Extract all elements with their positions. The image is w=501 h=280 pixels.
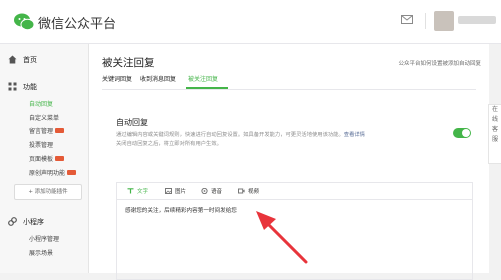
new-badge: [67, 170, 77, 175]
sidebar-section-mini-program-label: 小程序: [23, 218, 44, 226]
sidebar-item-mini-program-management[interactable]: 小程序管理: [29, 234, 59, 243]
account-name-blurred[interactable]: [458, 16, 496, 24]
tool-image[interactable]: 图片: [165, 187, 186, 195]
tab-follow-reply[interactable]: 被关注回复: [188, 75, 218, 85]
sidebar-section-function[interactable]: 功能: [8, 82, 37, 92]
add-plugin-button[interactable]: + 添加功能插件: [14, 184, 82, 200]
sidebar-item-home[interactable]: 首页: [8, 55, 37, 65]
tool-voice[interactable]: 语音: [201, 187, 222, 195]
link-icon: [8, 217, 17, 226]
sidebar-item-label: 小程序管理: [29, 236, 60, 243]
tool-label: 语音: [211, 189, 223, 195]
sidebar-item-label: 投票管理: [29, 142, 54, 149]
tool-text[interactable]: 文字: [127, 187, 148, 195]
description-note: 关闭自动回复之后，将立即对所有用户生效。: [116, 141, 222, 147]
tool-video[interactable]: 视频: [238, 187, 259, 195]
sidebar-item-label: 页面模板: [29, 156, 54, 163]
sidebar-item-label: 展示场景: [29, 250, 54, 257]
sidebar: 首页 功能 自动回复 自定义菜单 留言管理 投票管理 页面模板 原创声明功能 +…: [0, 44, 89, 273]
tool-label: 文字: [137, 189, 149, 195]
description-text: 通过编辑内容或关键词规则，快速进行自动回复设置。如具备开发能力，可更灵活地使用该…: [116, 132, 344, 138]
image-icon: [165, 188, 172, 194]
grid-icon: [8, 82, 17, 91]
tool-label: 视频: [248, 189, 260, 195]
customer-service-tab[interactable]: 在线客服: [488, 104, 501, 164]
mail-icon[interactable]: [401, 15, 413, 24]
sidebar-section-function-label: 功能: [23, 83, 37, 91]
app-title: 微信公众平台: [38, 17, 117, 32]
sidebar-item-label: 自动回复: [29, 101, 54, 108]
auto-reply-toggle[interactable]: [453, 128, 471, 138]
section-description: 通过编辑内容或关键词规则，快速进行自动回复设置。如具备开发能力，可更灵活地使用该…: [116, 131, 446, 149]
new-badge: [55, 156, 65, 161]
customer-service-label: 在线客服: [492, 106, 499, 143]
tool-label: 图片: [175, 189, 187, 195]
wechat-logo-icon: [14, 13, 35, 31]
tab-keyword-reply[interactable]: 关键词回复: [102, 75, 132, 85]
sidebar-item-label: 原创声明功能: [29, 170, 66, 177]
new-badge: [55, 128, 65, 133]
header-divider: [425, 13, 426, 29]
home-icon: [8, 55, 17, 64]
active-tab-indicator: [186, 87, 228, 89]
sidebar-item-original-declaration[interactable]: 原创声明功能: [29, 168, 77, 177]
sidebar-item-custom-menu[interactable]: 自定义菜单: [29, 113, 59, 122]
reply-editor[interactable]: 文字 图片 语音 视频 感谢您的关注，后续精彩内容第一时间发给您: [116, 182, 473, 280]
sidebar-item-label: 留言管理: [29, 128, 54, 135]
section-heading: 自动回复: [116, 118, 148, 127]
text-icon: [127, 188, 134, 194]
sidebar-item-display-scenes[interactable]: 展示场景: [29, 248, 53, 257]
details-link[interactable]: 查看详情: [344, 132, 365, 138]
page-title: 被关注回复: [102, 57, 155, 69]
help-link[interactable]: 公众平台如何设置被添加自动回复: [398, 59, 481, 67]
sidebar-item-home-label: 首页: [23, 56, 37, 64]
video-icon: [238, 188, 245, 194]
sidebar-item-votes[interactable]: 投票管理: [29, 140, 53, 149]
tab-message-reply[interactable]: 收到消息回复: [140, 75, 176, 85]
sidebar-section-mini-program[interactable]: 小程序: [8, 217, 44, 227]
voice-icon: [201, 188, 208, 194]
tab-bar: 关键词回复 收到消息回复 被关注回复: [102, 75, 476, 90]
sidebar-item-comments[interactable]: 留言管理: [29, 126, 65, 135]
avatar[interactable]: [434, 11, 454, 31]
sidebar-item-page-templates[interactable]: 页面模板: [29, 154, 65, 163]
editor-toolbar: 文字 图片 语音 视频: [117, 183, 472, 200]
reply-text-content[interactable]: 感谢您的关注，后续精彩内容第一时间发给您: [125, 206, 237, 214]
sidebar-item-auto-reply[interactable]: 自动回复: [29, 99, 53, 108]
toggle-knob: [462, 129, 470, 137]
main-panel: 被关注回复 公众平台如何设置被添加自动回复 关键词回复 收到消息回复 被关注回复…: [89, 44, 489, 280]
sidebar-item-label: 自定义菜单: [29, 115, 60, 122]
top-bar: 微信公众平台: [0, 0, 501, 44]
